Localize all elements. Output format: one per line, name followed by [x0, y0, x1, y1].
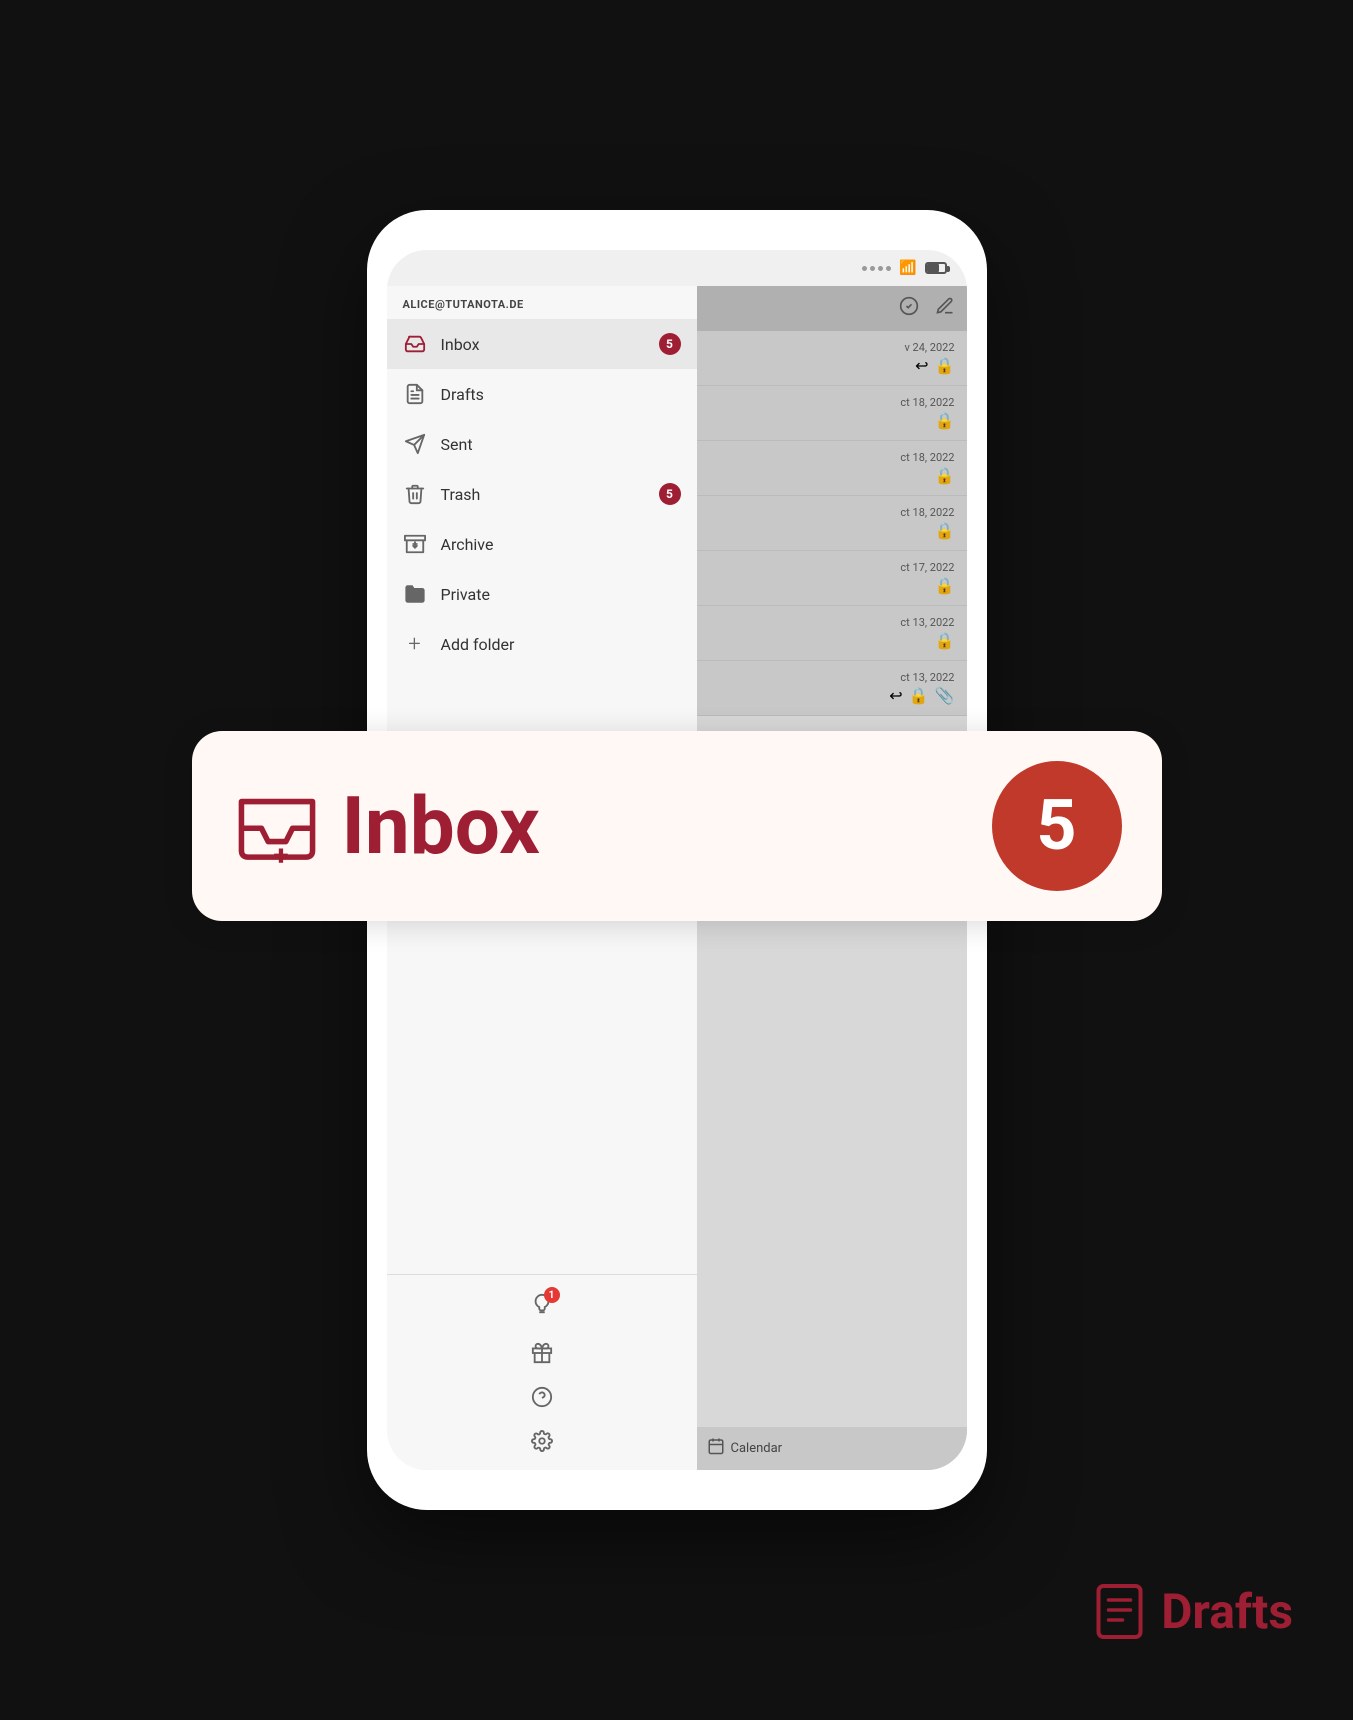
wifi-icon: 📶: [899, 260, 916, 276]
gift-icon: [531, 1342, 553, 1364]
plus-sign: +: [274, 842, 289, 870]
check-circle-icon[interactable]: [899, 296, 919, 321]
settings-icon: [531, 1430, 553, 1452]
sent-icon: [403, 432, 427, 456]
reply-icon: ↩: [915, 356, 928, 375]
email-panel-header: [697, 286, 967, 331]
email-date: ct 13, 2022: [709, 616, 955, 629]
lock-icon: 🔒: [935, 576, 955, 595]
sidebar-item-trash-label: Trash: [441, 485, 645, 504]
sidebar-item-add-folder[interactable]: + Add folder: [387, 619, 697, 669]
gift-icon-item[interactable]: [387, 1332, 697, 1374]
help-icon-item[interactable]: [387, 1376, 697, 1418]
trash-icon: [403, 482, 427, 506]
email-item[interactable]: ct 17, 2022 🔒: [697, 551, 967, 606]
email-date: ct 18, 2022: [709, 396, 955, 409]
signal-dots: [862, 266, 891, 271]
help-icon: [531, 1386, 553, 1408]
calendar-icon: [707, 1437, 725, 1460]
sidebar-item-drafts-label: Drafts: [441, 385, 681, 404]
tip-icon-item[interactable]: 1: [387, 1283, 697, 1330]
add-folder-icon: +: [403, 632, 427, 656]
lock-icon: 🔒: [935, 356, 955, 375]
calendar-tab-label: Calendar: [731, 1441, 783, 1456]
sidebar-item-add-folder-label: Add folder: [441, 635, 681, 654]
tooltip-left: + Inbox: [232, 786, 540, 866]
sidebar-item-sent-label: Sent: [441, 435, 681, 454]
inbox-icon-large: +: [232, 786, 322, 866]
tip-notification-badge: 1: [544, 1287, 560, 1303]
lock-icon: 🔒: [909, 686, 929, 705]
sidebar-bottom: 1: [387, 1274, 697, 1470]
attachment-icon: 📎: [935, 686, 955, 705]
email-item[interactable]: ct 13, 2022 🔒: [697, 606, 967, 661]
calendar-tab[interactable]: Calendar: [697, 1427, 967, 1470]
trash-badge: 5: [659, 483, 681, 505]
sidebar-item-inbox-label: Inbox: [441, 335, 645, 354]
reply-icon: ↩: [889, 686, 902, 705]
email-date: ct 18, 2022: [709, 451, 955, 464]
drafts-label-icon: [1092, 1584, 1147, 1639]
bottom-icon-row: 1: [387, 1283, 697, 1462]
sidebar-item-private[interactable]: Private: [387, 569, 697, 619]
lock-icon: 🔒: [935, 631, 955, 650]
email-item-icons: 🔒: [709, 631, 955, 650]
email-item-icons: 🔒: [709, 411, 955, 430]
lock-icon: 🔒: [935, 466, 955, 485]
lock-icon: 🔒: [935, 411, 955, 430]
email-item-icons: 🔒: [709, 576, 955, 595]
email-item[interactable]: ct 18, 2022 🔒: [697, 386, 967, 441]
email-item[interactable]: ct 18, 2022 🔒: [697, 441, 967, 496]
email-item[interactable]: ct 18, 2022 🔒: [697, 496, 967, 551]
compose-icon[interactable]: [935, 296, 955, 321]
lock-icon: 🔒: [935, 521, 955, 540]
sidebar-header: ALICE@TUTANOTA.DE: [387, 286, 697, 319]
sidebar-item-drafts[interactable]: Drafts: [387, 369, 697, 419]
battery-icon: [925, 262, 947, 274]
sidebar-item-inbox[interactable]: Inbox 5: [387, 319, 697, 369]
tooltip-inbox-label: Inbox: [342, 786, 540, 866]
status-bar: 📶: [387, 250, 967, 286]
inbox-icon: [403, 332, 427, 356]
tooltip-badge: 5: [992, 761, 1122, 891]
email-item-icons: ↩ 🔒 📎: [709, 686, 955, 705]
sidebar-item-archive[interactable]: Archive: [387, 519, 697, 569]
folder-icon: [403, 582, 427, 606]
email-date: ct 17, 2022: [709, 561, 955, 574]
email-item[interactable]: ct 13, 2022 ↩ 🔒 📎: [697, 661, 967, 716]
sidebar-item-archive-label: Archive: [441, 535, 681, 554]
settings-icon-item[interactable]: [387, 1420, 697, 1462]
drafts-icon: [403, 382, 427, 406]
email-date: ct 18, 2022: [709, 506, 955, 519]
email-item[interactable]: v 24, 2022 ↩ 🔒: [697, 331, 967, 386]
sidebar-item-trash[interactable]: Trash 5: [387, 469, 697, 519]
sidebar-item-sent[interactable]: Sent: [387, 419, 697, 469]
drafts-label-text: Drafts: [1161, 1583, 1293, 1640]
email-item-icons: 🔒: [709, 521, 955, 540]
email-item-icons: ↩ 🔒: [709, 356, 955, 375]
sidebar-item-private-label: Private: [441, 585, 681, 604]
email-item-icons: 🔒: [709, 466, 955, 485]
email-date: ct 13, 2022: [709, 671, 955, 684]
user-email: ALICE@TUTANOTA.DE: [403, 298, 681, 311]
inbox-tooltip: + Inbox 5: [192, 731, 1162, 921]
archive-icon: [403, 532, 427, 556]
email-date: v 24, 2022: [709, 341, 955, 354]
drafts-label: Drafts: [1092, 1583, 1293, 1640]
inbox-badge: 5: [659, 333, 681, 355]
